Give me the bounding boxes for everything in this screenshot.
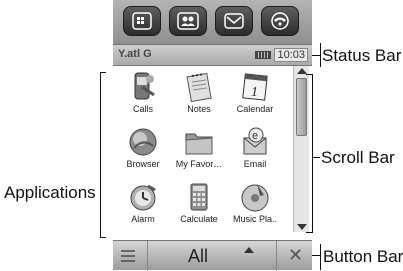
calendar-day: 1: [251, 85, 258, 100]
browser-icon: [129, 128, 157, 156]
clock: 10:03: [274, 48, 308, 62]
calendar-icon: 1: [242, 73, 268, 101]
phone-handset-icon: [271, 12, 289, 30]
status-bar-leader: [312, 55, 320, 56]
scroll-thumb[interactable]: [296, 78, 307, 136]
status-bar-bracket: [320, 43, 321, 67]
button-bar-leader: [312, 255, 320, 256]
scroll-bar-bracket: [312, 74, 313, 233]
app-calendar[interactable]: 1 Calendar: [228, 71, 282, 114]
menu-icon[interactable]: [121, 250, 135, 262]
phone-screen: Y.atl G 10:03 Calls Notes 1 Calendar Bro…: [113, 0, 312, 271]
top-toolbar: [113, 0, 312, 44]
battery-icon: [255, 51, 272, 59]
scroll-bar[interactable]: [293, 66, 309, 232]
alarm-icon: [130, 184, 156, 211]
app-calls[interactable]: Calls: [116, 71, 170, 114]
callout-applications: Applications: [4, 183, 96, 202]
app-alarm[interactable]: Alarm: [116, 181, 170, 224]
messages-button[interactable]: [215, 6, 253, 36]
svg-text:e: e: [252, 130, 258, 142]
app-browser[interactable]: Browser: [116, 126, 170, 169]
callout-scroll-bar: Scroll Bar: [321, 148, 395, 167]
signal-indicator: Y.atl G: [118, 48, 152, 60]
phone-button[interactable]: [261, 6, 299, 36]
notes-icon: [186, 72, 212, 103]
callout-status-bar: Status Bar: [322, 46, 402, 65]
app-notes[interactable]: Notes: [172, 71, 226, 114]
close-icon[interactable]: ✕: [288, 245, 303, 266]
status-right-group: 10:03: [255, 48, 308, 62]
email-icon: e: [243, 127, 267, 155]
applications-bracket: [100, 72, 101, 238]
envelope-icon: [224, 13, 244, 29]
app-music-player[interactable]: Music Pla..: [228, 181, 282, 224]
calls-icon: [134, 72, 155, 100]
app-my-favorites[interactable]: My Favor…: [172, 126, 226, 169]
button-bar: All ✕: [113, 240, 312, 271]
callout-button-bar: Button Bar: [323, 247, 403, 266]
scroll-down-arrow-icon[interactable]: [297, 224, 307, 230]
button-bar-bracket: [320, 244, 321, 270]
up-arrow-icon: [244, 247, 254, 253]
folder-icon: [185, 133, 213, 155]
calculator-icon: [190, 183, 208, 211]
home-grid-button[interactable]: [123, 6, 161, 36]
status-bar: Y.atl G 10:03: [113, 44, 312, 66]
grid-icon: [132, 12, 152, 30]
scroll-bar-leader: [312, 157, 320, 158]
music-icon: [241, 184, 269, 212]
contacts-button[interactable]: [169, 6, 207, 36]
app-calculator[interactable]: Calculate: [172, 181, 226, 224]
filter-label: All: [188, 246, 209, 266]
contacts-icon: [177, 12, 199, 30]
application-grid: Calls Notes 1 Calendar Browser My Favor……: [113, 66, 312, 240]
filter-selector[interactable]: All: [147, 241, 277, 271]
app-email[interactable]: e Email: [228, 126, 282, 169]
